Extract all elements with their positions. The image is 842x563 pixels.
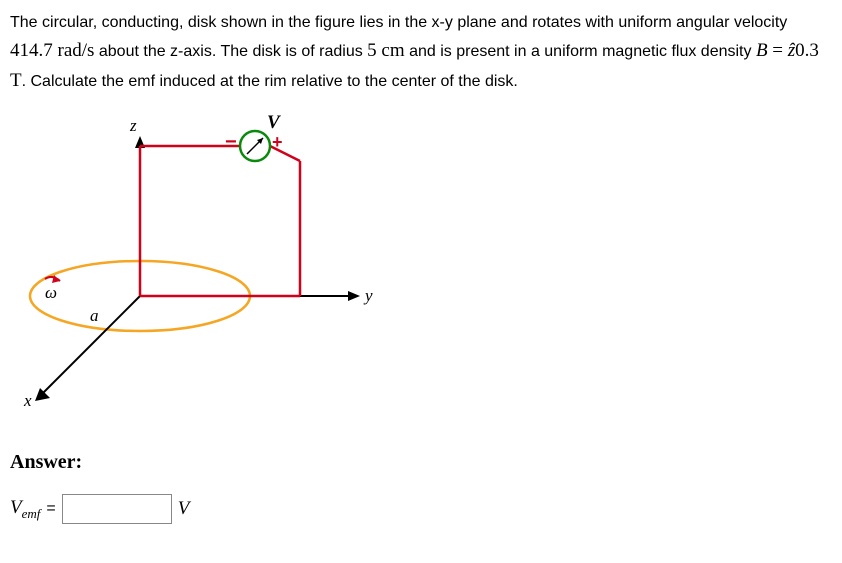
answer-heading: Answer: — [10, 451, 832, 474]
x-label: x — [23, 391, 32, 410]
y-axis-arrowhead — [348, 291, 360, 301]
problem-text-4: . Calculate the emf induced at the rim r… — [22, 73, 518, 90]
diagram-svg: ω a z y x V + − — [10, 106, 390, 426]
plus-sign: + — [272, 132, 283, 152]
a-label: a — [90, 306, 99, 325]
y-label: y — [363, 286, 373, 305]
omega-label: ω — [45, 283, 57, 302]
B-variable: B — [756, 40, 768, 61]
problem-statement: The circular, conducting, disk shown in … — [10, 10, 832, 96]
answer-equals: = — [46, 500, 55, 518]
problem-text-1: The circular, conducting, disk shown in … — [10, 14, 787, 31]
problem-text-2: about the z-axis. The disk is of radius — [94, 43, 367, 60]
figure: ω a z y x V + − — [10, 106, 832, 431]
answer-section: Answer: Vemf = V — [10, 451, 832, 524]
x-axis-arrowhead — [35, 388, 50, 401]
angular-velocity-value: 414.7 rad/s — [10, 40, 94, 61]
z-label: z — [129, 116, 137, 135]
problem-text-3: and is present in a uniform magnetic flu… — [405, 43, 756, 60]
radius-value: 5 cm — [367, 40, 404, 61]
minus-sign: − — [225, 131, 237, 153]
answer-variable: Vemf — [10, 497, 40, 522]
V-label: V — [267, 112, 281, 133]
answer-unit: V — [178, 498, 190, 520]
emf-input[interactable] — [62, 494, 172, 524]
equals-sign: = — [768, 40, 788, 61]
answer-input-row: Vemf = V — [10, 494, 832, 524]
